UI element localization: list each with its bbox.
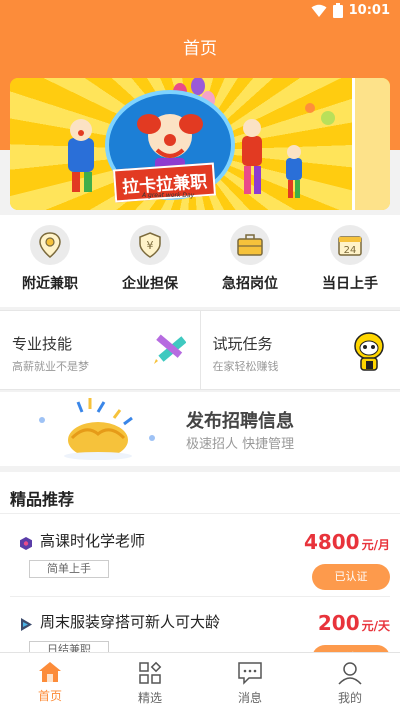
card-skills[interactable]: 专业技能 高薪就业不是梦 xyxy=(0,311,200,389)
location-icon xyxy=(30,225,70,265)
user-icon xyxy=(338,662,362,685)
certified-badge: 已认证 xyxy=(312,564,390,590)
nav-label: 精选 xyxy=(137,691,162,705)
job-item[interactable]: 高课时化学老师 简单上手 4800 元/月 已认证 xyxy=(0,524,400,604)
quick-entry-label: 企业担保 xyxy=(122,276,178,292)
status-time: 10:01 xyxy=(348,3,390,18)
mascot-icon xyxy=(354,332,384,371)
nav-profile[interactable]: 我的 xyxy=(300,653,400,710)
play-icon xyxy=(21,618,32,631)
page-title: 首页 xyxy=(183,39,217,59)
quick-entry-label: 当日上手 xyxy=(322,276,378,292)
quick-entry-sameday[interactable]: 24 当日上手 xyxy=(300,215,400,307)
job-price-value: 200 xyxy=(317,611,360,635)
publish-title: 发布招聘信息 xyxy=(186,411,294,432)
calendar-day: 24 xyxy=(344,245,357,256)
home-icon xyxy=(39,662,61,682)
job-title: 周末服装穿搭可新人可大龄 xyxy=(40,613,221,631)
job-price-unit: 元/月 xyxy=(361,538,390,552)
handshake-icon xyxy=(39,398,155,460)
nav-label: 消息 xyxy=(237,691,262,705)
recommend-title: 精品推荐 xyxy=(0,472,400,514)
quick-entry-label: 急招岗位 xyxy=(222,276,278,292)
quick-entry-urgent[interactable]: 急招岗位 xyxy=(200,215,300,307)
recommend-section: 精品推荐 高课时化学老师 简单上手 4800 元/月 已认证 周末服装穿搭可新人可… xyxy=(0,472,400,657)
job-tag: 简单上手 xyxy=(29,560,109,578)
nav-label: 我的 xyxy=(337,691,362,705)
feature-cards: 专业技能 高薪就业不是梦 试玩任务 在家轻松赚钱 xyxy=(0,310,400,390)
calendar-icon: 24 xyxy=(330,225,370,265)
briefcase-icon xyxy=(230,225,270,265)
nav-messages[interactable]: 消息 xyxy=(200,653,300,710)
next-banner-peek xyxy=(352,78,390,210)
quick-entries: 附近兼职 ¥ 企业担保 急招岗位 24 当日上手 xyxy=(0,215,400,307)
nav-featured[interactable]: 精选 xyxy=(100,653,200,710)
bottom-nav: 首页 精选 消息 我的 xyxy=(0,652,400,710)
publish-recruitment-banner[interactable]: 发布招聘信息 极速招人 快捷管理 xyxy=(0,392,400,466)
battery-icon xyxy=(332,3,343,18)
quick-entry-nearby[interactable]: 附近兼职 xyxy=(0,215,100,307)
quick-entry-label: 附近兼职 xyxy=(22,276,78,292)
shield-icon: ¥ xyxy=(130,225,170,265)
nav-label: 首页 xyxy=(37,689,62,703)
wifi-icon xyxy=(311,4,327,17)
status-bar: 10:01 xyxy=(0,0,400,24)
nav-home[interactable]: 首页 xyxy=(0,653,100,710)
job-price-value: 4800 xyxy=(303,530,360,554)
job-price: 200 元/天 xyxy=(318,611,390,635)
quick-entry-guarantee[interactable]: ¥ 企业担保 xyxy=(100,215,200,307)
card-trial-tasks[interactable]: 试玩任务 在家轻松赚钱 xyxy=(199,311,400,389)
message-icon xyxy=(238,662,262,685)
publish-subtitle: 极速招人 快捷管理 xyxy=(186,437,295,452)
pencil-ruler-icon xyxy=(153,334,186,364)
promo-banner[interactable]: 拉卡拉兼职 A great work Day xyxy=(10,78,390,210)
grid-icon xyxy=(139,661,162,684)
job-price-unit: 元/天 xyxy=(361,619,390,633)
banner-slogan: A great work Day xyxy=(142,192,195,199)
divider xyxy=(10,596,390,597)
svg-text:¥: ¥ xyxy=(147,239,154,252)
hexagon-icon xyxy=(20,537,32,550)
job-price: 4800 元/月 xyxy=(304,530,390,554)
job-title: 高课时化学老师 xyxy=(40,532,146,550)
job-item[interactable]: 周末服装穿搭可新人可大龄 日结兼职 200元/天 已认证 xyxy=(0,605,400,657)
